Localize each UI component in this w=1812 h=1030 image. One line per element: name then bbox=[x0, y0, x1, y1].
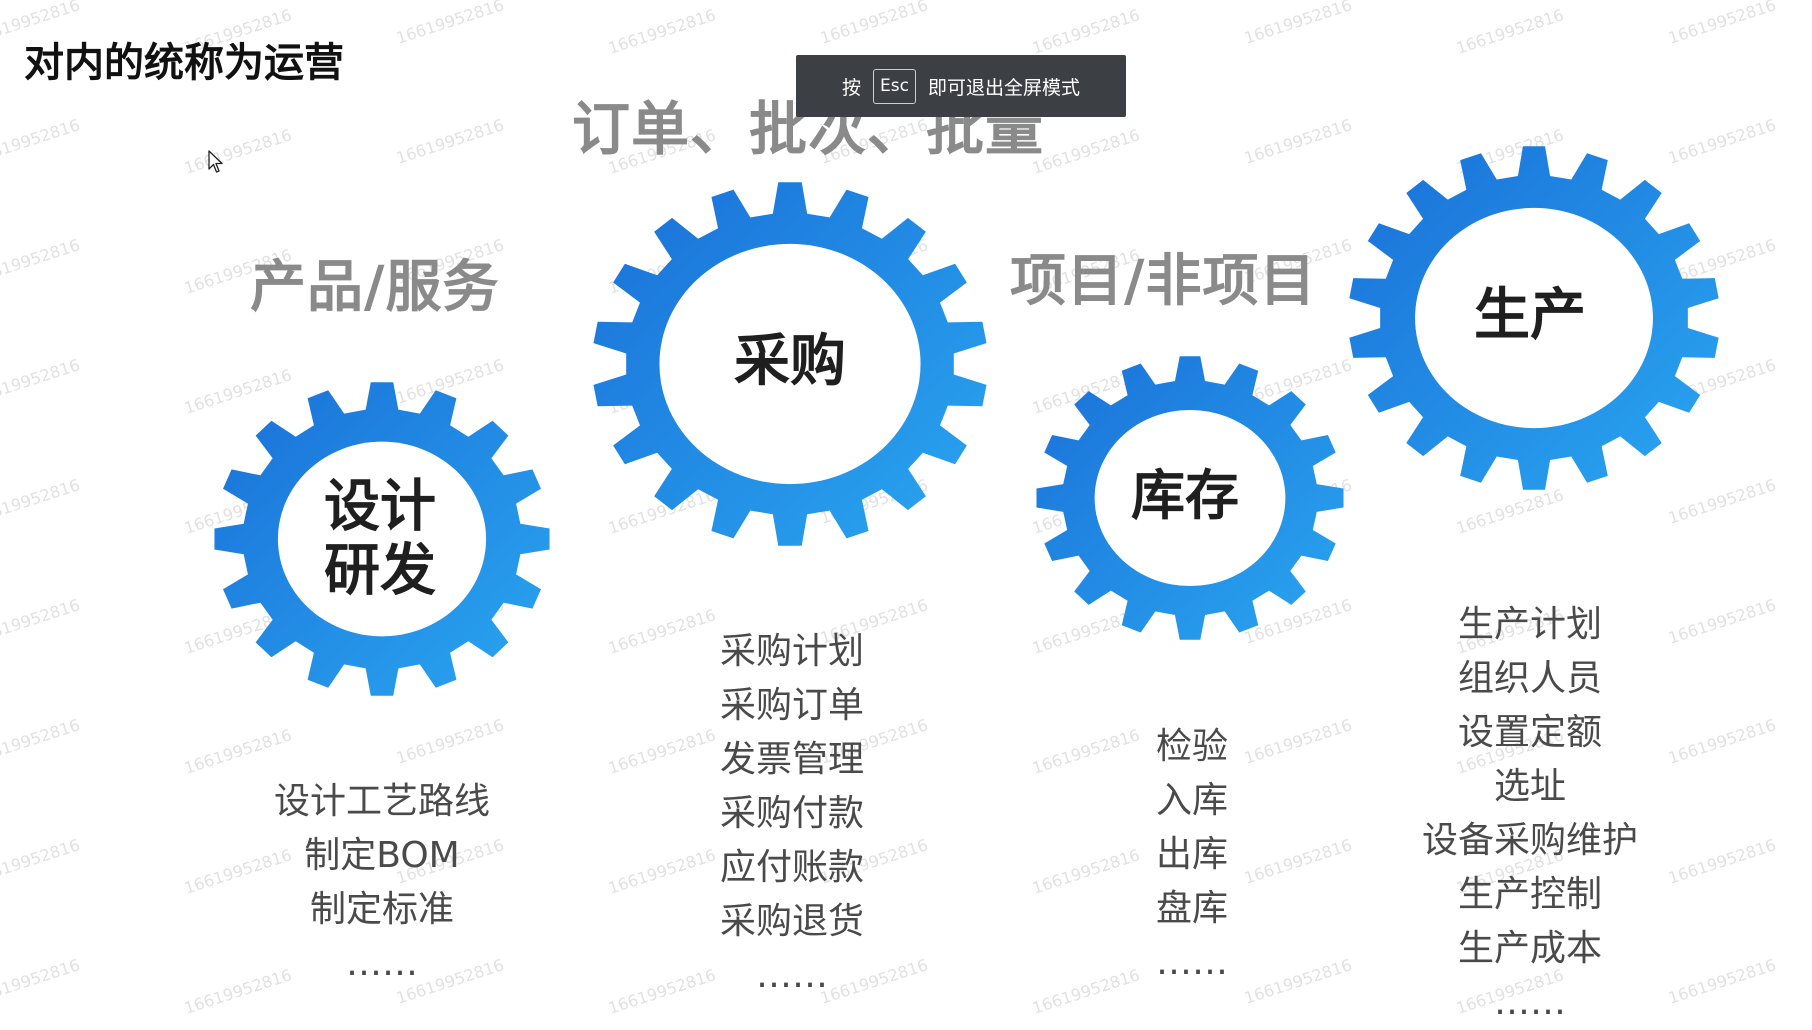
watermark-text: 16619952816 bbox=[0, 715, 83, 768]
list-item: 生产计划 bbox=[1457, 604, 1603, 645]
gear-purchase-label: 采购 bbox=[734, 328, 846, 394]
watermark-text: 16619952816 bbox=[1665, 835, 1779, 888]
list-item: 出库 bbox=[1155, 834, 1229, 875]
watermark-text: 16619952816 bbox=[1241, 715, 1355, 768]
watermark-text: 16619952816 bbox=[817, 0, 931, 48]
fullscreen-exit-notice: 按 Esc 即可退出全屏模式 bbox=[796, 55, 1126, 117]
notice-prefix: 按 bbox=[842, 76, 862, 99]
watermark-text: 16619952816 bbox=[1665, 715, 1779, 768]
watermark-text: 16619952816 bbox=[0, 835, 83, 888]
esc-key-badge: Esc bbox=[873, 68, 916, 104]
watermark-text: 16619952816 bbox=[1241, 835, 1355, 888]
watermark-text: 16619952816 bbox=[0, 115, 83, 168]
list-item: 采购订单 bbox=[719, 685, 865, 726]
mouse-cursor-icon bbox=[208, 150, 223, 173]
watermark-text: 16619952816 bbox=[0, 235, 83, 288]
design-task-list: 设计工艺路线 制定BOM 制定标准 …… bbox=[274, 775, 490, 991]
watermark-text: 16619952816 bbox=[1029, 845, 1143, 898]
gear-production-label: 生产 bbox=[1474, 282, 1586, 348]
watermark-text: 16619952816 bbox=[605, 725, 719, 778]
watermark-text: 16619952816 bbox=[1665, 595, 1779, 648]
list-item: …… bbox=[1155, 942, 1228, 983]
list-item: 选址 bbox=[1493, 766, 1567, 807]
list-item: 制定标准 bbox=[309, 889, 455, 930]
watermark-text: 16619952816 bbox=[1665, 955, 1779, 1008]
watermark-text: 16619952816 bbox=[0, 595, 83, 648]
watermark-text: 16619952816 bbox=[1029, 725, 1143, 778]
list-item: 组织人员 bbox=[1457, 658, 1603, 699]
gear-design-label: 设计 研发 bbox=[324, 474, 436, 605]
slide-title: 对内的统称为运营 bbox=[24, 40, 344, 86]
watermark-text: 16619952816 bbox=[1241, 955, 1355, 1008]
watermark-text: 16619952816 bbox=[0, 355, 83, 408]
watermark-text: 16619952816 bbox=[393, 115, 507, 168]
watermark-text: 16619952816 bbox=[605, 845, 719, 898]
watermark-text: 16619952816 bbox=[1029, 5, 1143, 58]
list-item: 应付账款 bbox=[719, 847, 865, 888]
watermark-text: 16619952816 bbox=[0, 955, 83, 1008]
production-task-list: 生产计划组织人员设置定额选址设备采购维护 生产控制生产成本 …… bbox=[1422, 598, 1638, 1030]
watermark-text: 16619952816 bbox=[1241, 0, 1355, 48]
list-item: 盘库 bbox=[1155, 888, 1229, 929]
watermark-text: 16619952816 bbox=[605, 965, 719, 1018]
watermark-text: 16619952816 bbox=[393, 715, 507, 768]
list-item: …… bbox=[345, 943, 418, 984]
watermark-text: 16619952816 bbox=[1453, 5, 1567, 58]
gear-design-label-line2: 研发 bbox=[324, 539, 436, 604]
notice-suffix: 即可退出全屏模式 bbox=[927, 76, 1080, 99]
list-item: 采购付款 bbox=[719, 793, 865, 834]
list-item: …… bbox=[1493, 982, 1566, 1023]
list-item: 制定BOM bbox=[304, 835, 460, 876]
watermark-text: 16619952816 bbox=[1665, 0, 1779, 48]
watermark-text: 16619952816 bbox=[181, 125, 295, 178]
watermark-text: 16619952816 bbox=[181, 725, 295, 778]
watermark-text: 16619952816 bbox=[1029, 965, 1143, 1018]
heading-project: 项目/非项目 bbox=[1010, 249, 1317, 314]
heading-product-service: 产品/服务 bbox=[250, 255, 500, 320]
list-item: 设置定额 bbox=[1457, 712, 1603, 753]
watermark-text: 16619952816 bbox=[605, 5, 719, 58]
list-item: 入库 bbox=[1155, 780, 1229, 821]
list-item: 采购计划 bbox=[719, 631, 865, 672]
list-item: 发票管理 bbox=[719, 739, 865, 780]
watermark-text: 16619952816 bbox=[1241, 115, 1355, 168]
list-item: 生产控制 bbox=[1457, 874, 1603, 915]
gear-inventory-label: 库存 bbox=[1131, 463, 1239, 527]
watermark-text: 16619952816 bbox=[0, 475, 83, 528]
gear-design-label-line1: 设计 bbox=[324, 474, 436, 540]
watermark-text: 16619952816 bbox=[605, 605, 719, 658]
watermark-text: 16619952816 bbox=[393, 0, 507, 48]
list-item: 生产成本 bbox=[1457, 928, 1603, 969]
list-item: 采购退货 bbox=[719, 901, 865, 942]
list-item: 设备采购维护 bbox=[1421, 820, 1639, 861]
purchase-task-list: 采购计划采购订单发票管理采购付款应付账款采购退货 …… bbox=[720, 625, 864, 1003]
list-item: 设计工艺路线 bbox=[273, 781, 491, 822]
watermark-text: 16619952816 bbox=[1453, 485, 1567, 538]
list-item: 检验 bbox=[1155, 726, 1229, 767]
watermark-text: 16619952816 bbox=[1029, 125, 1143, 178]
list-item: …… bbox=[755, 955, 828, 996]
inventory-task-list: 检验入库出库盘库 …… bbox=[1156, 720, 1228, 990]
